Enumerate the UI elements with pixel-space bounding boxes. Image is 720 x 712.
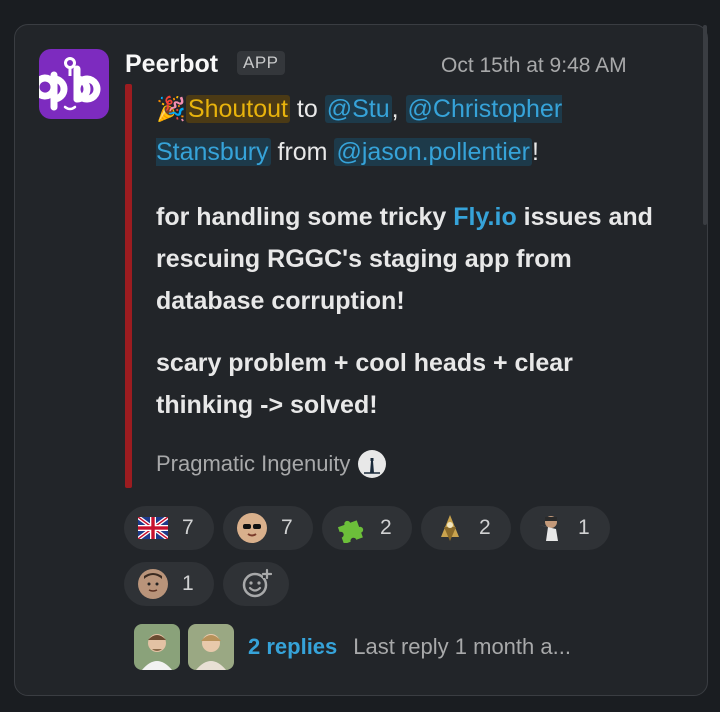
reaction-count: 2	[380, 516, 392, 539]
lighthouse-icon	[358, 450, 387, 478]
reaction-person-face[interactable]: 1	[124, 562, 214, 606]
message-timestamp[interactable]: Oct 15th at 9:48 AM	[441, 54, 627, 78]
message-body: 🎉Shoutout to @Stu, @Christopher Stansbur…	[156, 88, 676, 426]
wizard-icon	[435, 513, 465, 543]
sunglasses-face-icon	[237, 513, 267, 543]
bang-text: !	[532, 138, 539, 166]
sender-name[interactable]: Peerbot	[125, 50, 218, 79]
mention-jason-pollentier[interactable]: @jason.pollentier	[334, 138, 533, 166]
reply-avatar-1[interactable]	[134, 624, 180, 670]
flyio-link[interactable]: Fly.io	[453, 203, 516, 231]
reaction-person[interactable]: 1	[520, 506, 610, 550]
uk-flag-icon	[138, 513, 168, 543]
signature-text: Pragmatic Ingenuity	[156, 451, 351, 476]
reaction-puzzle-piece[interactable]: 2	[322, 506, 412, 550]
para2-pre: for handling some tricky	[156, 203, 454, 231]
add-emoji-icon	[242, 568, 272, 598]
comma-text: ,	[391, 95, 399, 123]
shoutout-line: 🎉Shoutout to @Stu, @Christopher Stansbur…	[156, 88, 676, 174]
reply-count-link[interactable]: 2 replies	[248, 634, 337, 660]
reaction-count: 2	[479, 516, 491, 539]
last-reply-text: Last reply 1 month a...	[353, 634, 571, 659]
reaction-uk-flag[interactable]: 7	[124, 506, 214, 550]
peerbot-logo-icon	[39, 57, 101, 111]
reaction-sunglasses-face[interactable]: 7	[223, 506, 313, 550]
attachment-color-bar	[125, 84, 132, 488]
reaction-count: 7	[281, 516, 293, 539]
puzzle-piece-icon	[336, 513, 366, 543]
thread-replies[interactable]: 2 replies Last reply 1 month a...	[134, 624, 571, 670]
scrollbar[interactable]	[703, 25, 707, 225]
reaction-wizard[interactable]: 2	[421, 506, 511, 550]
add-reaction-button[interactable]	[223, 562, 289, 606]
paragraph-3: scary problem + cool heads + clear think…	[156, 349, 573, 419]
party-popper-icon: 🎉	[156, 96, 186, 123]
from-text: from	[270, 138, 335, 166]
signature: Pragmatic Ingenuity	[156, 450, 387, 478]
to-text: to	[289, 95, 325, 123]
shoutout-highlight: Shoutout	[185, 95, 290, 123]
app-badge: APP	[237, 51, 285, 75]
peerbot-avatar[interactable]	[39, 49, 109, 119]
reply-avatar-2[interactable]	[188, 624, 234, 670]
mention-stu[interactable]: @Stu	[324, 95, 392, 123]
reaction-count: 1	[182, 572, 194, 595]
person-face-icon	[138, 569, 168, 599]
paragraph-2: for handling some tricky Fly.io issues a…	[156, 196, 676, 322]
person-icon	[534, 513, 564, 543]
reaction-count: 1	[578, 516, 590, 539]
reaction-count: 7	[182, 516, 194, 539]
